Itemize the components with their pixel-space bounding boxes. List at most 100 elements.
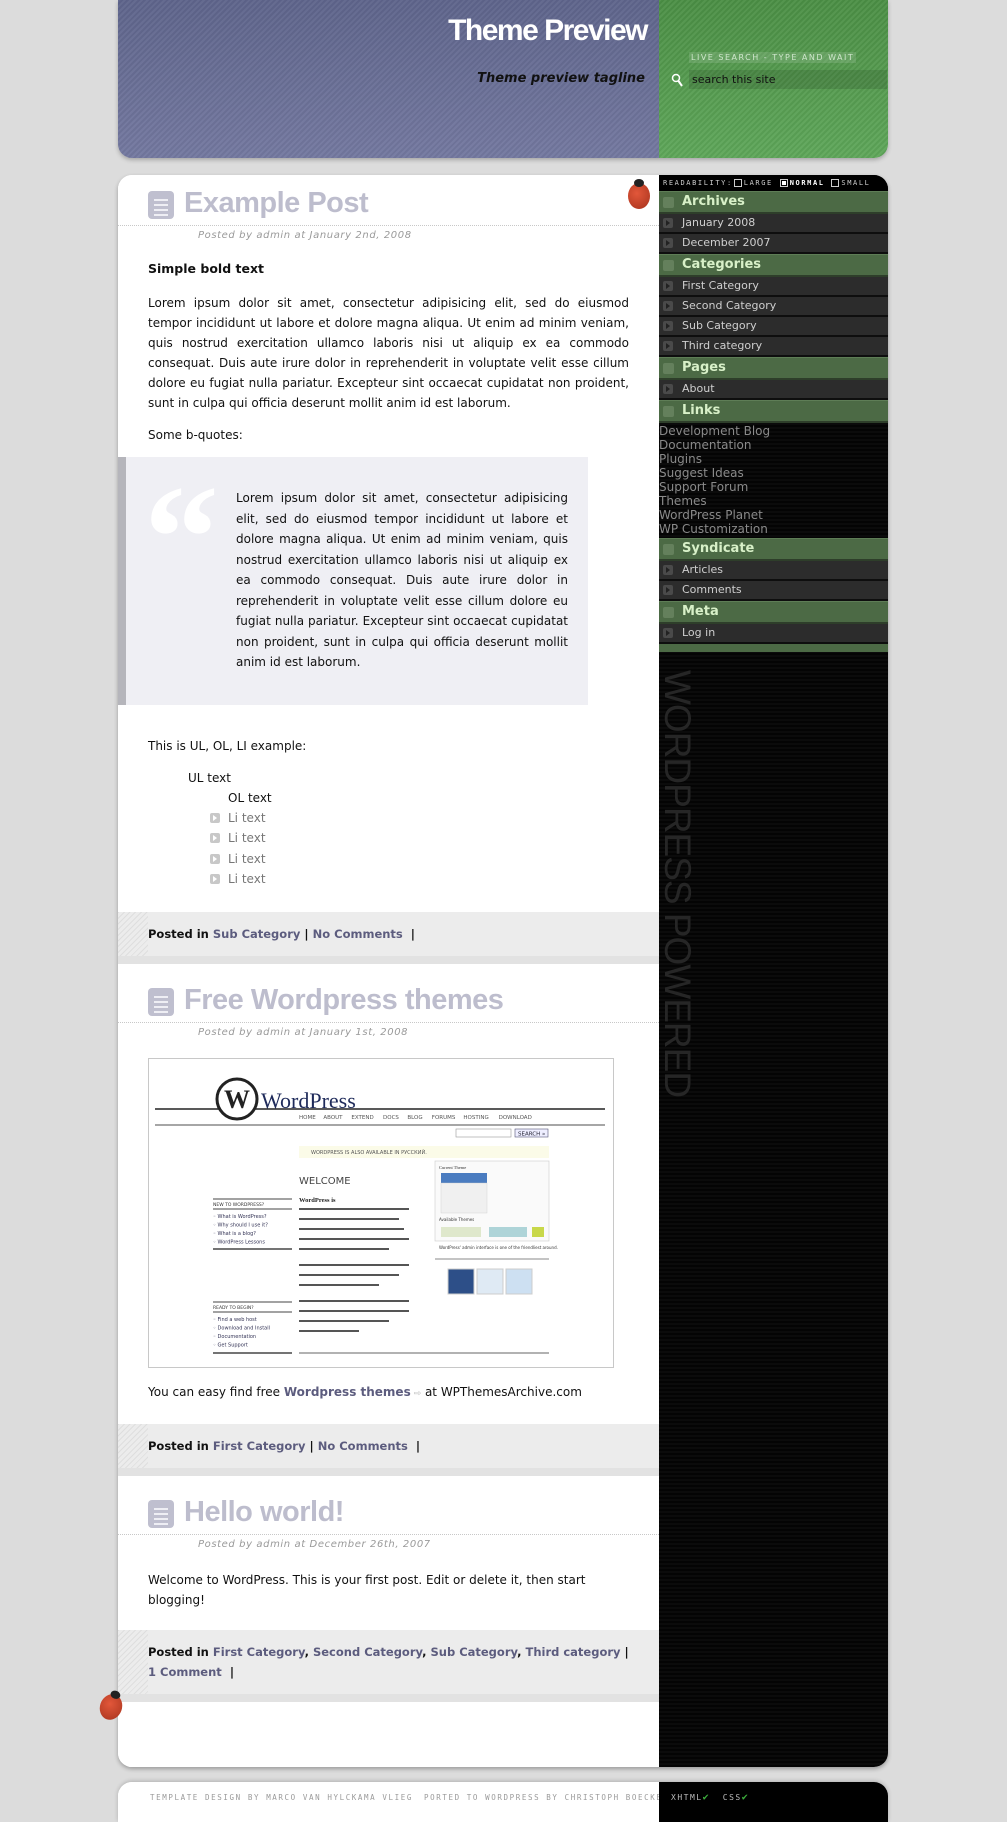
category-link[interactable]: Third category (525, 1645, 620, 1659)
square-icon (663, 363, 674, 374)
site-title[interactable]: Theme Preview (448, 14, 648, 48)
xhtml-valid-link[interactable]: XHTML (671, 1793, 703, 1802)
post-title[interactable]: Free Wordpress themes (184, 984, 504, 1017)
sidebar-link[interactable]: Plugins (659, 452, 888, 466)
wp-nav-item: BLOG (407, 1115, 422, 1121)
svg-text:Available Themes: Available Themes (439, 1217, 474, 1222)
document-icon (148, 987, 174, 1016)
post: Example Post Posted by admin at January … (118, 175, 659, 964)
post-paragraph: Lorem ipsum dolor sit amet, consectetur … (148, 296, 629, 410)
post: Hello world! Posted by admin at December… (118, 1484, 659, 1702)
sidebar-item-category[interactable]: Third category (659, 337, 888, 357)
sidebar-heading-links: Links (659, 400, 888, 423)
post-title-row: Free Wordpress themes (118, 972, 659, 1023)
document-icon (148, 1499, 174, 1528)
comments-link[interactable]: No Comments (318, 1439, 408, 1453)
arrow-bullet-icon (210, 812, 220, 823)
list-intro: This is UL, OL, LI example: (148, 738, 307, 753)
sidebar-heading-pages: Pages (659, 357, 888, 380)
wordpress-powered-watermark: WORDPRESS POWERED (657, 670, 698, 1098)
sidebar-link[interactable]: WP Customization (659, 522, 888, 536)
wordpress-themes-link[interactable]: Wordpress themes (284, 1385, 411, 1399)
sidebar-link[interactable]: Documentation (659, 438, 888, 452)
category-link[interactable]: Sub Category (430, 1645, 517, 1659)
svg-text:WORDPRESS IS ALSO AVAILABLE IN: WORDPRESS IS ALSO AVAILABLE IN РУССКИЙ. (311, 1149, 427, 1156)
svg-text:NEW TO WORDPRESS?: NEW TO WORDPRESS? (213, 1202, 265, 1208)
check-icon: ✔ (741, 1792, 750, 1803)
wp-sidebar-link: ◦ Download and Install (213, 1325, 270, 1331)
sidebar-item-feed[interactable]: Articles (659, 561, 888, 581)
wp-logo-text: WordPress (261, 1088, 356, 1113)
square-icon (663, 544, 674, 555)
sidebar-heading-meta: Meta (659, 601, 888, 624)
arrow-icon (663, 628, 673, 638)
svg-text:SEARCH »: SEARCH » (518, 1131, 545, 1137)
blockquote: “ Lorem ipsum dolor sit amet, consectetu… (118, 457, 588, 705)
arrow-icon (663, 218, 673, 228)
arrow-icon (663, 238, 673, 248)
wp-sidebar-link: ◦ Find a web host (213, 1317, 257, 1323)
list-item: Li text (210, 869, 629, 890)
sidebar: READABILITY: LARGE NORMAL SMALL Archives … (657, 175, 888, 1767)
arrow-bullet-icon (210, 853, 220, 864)
arrow-bullet-icon (210, 874, 220, 885)
sidebar-item-archive[interactable]: January 2008 (659, 214, 888, 234)
category-link[interactable]: Second Category (313, 1645, 422, 1659)
wordpress-site-screenshot: W WordPress HOME ABOUT EXTEND DOCS BLOG FORUM… (155, 1077, 605, 1354)
wp-sidebar-link: ◦ What is WordPress? (213, 1214, 267, 1220)
category-link[interactable]: First Category (213, 1645, 305, 1659)
readability-large-checkbox[interactable] (733, 179, 742, 187)
post-title-row: Hello world! (118, 1484, 659, 1535)
search-input[interactable] (689, 70, 887, 89)
sidebar-item-category[interactable]: Sub Category (659, 317, 888, 337)
comments-link[interactable]: 1 Comment (148, 1665, 222, 1679)
comments-link[interactable]: No Comments (313, 927, 403, 941)
category-link[interactable]: Sub Category (213, 927, 301, 941)
wp-sidebar-link: ◦ Documentation (213, 1334, 256, 1340)
site-footer: Template design by Marco van Hylckama Vl… (118, 1782, 888, 1822)
design-credit[interactable]: Template design by Marco van Hylckama Vl… (150, 1793, 413, 1802)
sidebar-link[interactable]: Suggest Ideas (659, 466, 888, 480)
sidebar-item-page[interactable]: About (659, 380, 888, 400)
posted-in-label: Posted in (148, 926, 209, 941)
blockquote-text: Lorem ipsum dolor sit amet, consectetur … (236, 491, 568, 669)
sidebar-item-feed[interactable]: Comments (659, 581, 888, 601)
arrow-icon (663, 321, 673, 331)
sidebar-link[interactable]: Support Forum (659, 480, 888, 494)
readability-normal-checkbox[interactable] (779, 179, 788, 187)
sidebar-link[interactable]: WordPress Planet (659, 508, 888, 522)
arrow-icon (663, 341, 673, 351)
header-title-area: Theme Preview Theme preview tagline (118, 0, 659, 158)
sidebar-item-category[interactable]: First Category (659, 277, 888, 297)
bold-text: Simple bold text (148, 261, 264, 276)
sidebar-item-login[interactable]: Log in (659, 624, 888, 644)
wp-nav-item: ABOUT (323, 1115, 343, 1121)
post-title[interactable]: Hello world! (184, 1496, 344, 1529)
sidebar-item-archive[interactable]: December 2007 (659, 234, 888, 254)
readability-small-checkbox[interactable] (831, 179, 840, 187)
header-search-area: Live search - type and wait (659, 0, 888, 158)
sidebar-link[interactable]: Development Blog (659, 424, 888, 438)
site-tagline: Theme preview tagline (477, 71, 645, 86)
sidebar-link[interactable]: Themes (659, 494, 888, 508)
css-valid-link[interactable]: CSS (723, 1793, 742, 1802)
post-paragraph: Welcome to WordPress. This is your first… (148, 1572, 586, 1607)
ol-text: OL text (228, 790, 272, 805)
sidebar-item-category[interactable]: Second Category (659, 297, 888, 317)
document-icon (148, 191, 174, 219)
wp-sidebar-link: ◦ What is a blog? (213, 1231, 256, 1237)
post-title[interactable]: Example Post (184, 187, 369, 220)
wordpress-screenshot-image: W WordPress HOME ABOUT EXTEND DOCS BLOG FORUM… (148, 1057, 614, 1368)
port-credit[interactable]: Ported to WordPress by Christoph Boecken (424, 1793, 669, 1802)
wp-nav-item: HOSTING (463, 1115, 488, 1121)
validation-badges: XHTML✔ CSS✔ (671, 1792, 749, 1803)
post-footer: Posted in First Category, Second Categor… (118, 1629, 659, 1702)
square-icon (663, 406, 674, 417)
wp-nav-item: DOCS (383, 1115, 399, 1121)
wp-sidebar-link: ◦ WordPress Lessons (213, 1239, 265, 1245)
category-link[interactable]: First Category (213, 1439, 306, 1453)
wp-sidebar-link: ◦ Get Support (213, 1342, 248, 1348)
svg-text:Current Theme: Current Theme (439, 1165, 466, 1170)
list-item: Li text (210, 849, 629, 870)
post-title-row: Example Post (118, 175, 659, 226)
